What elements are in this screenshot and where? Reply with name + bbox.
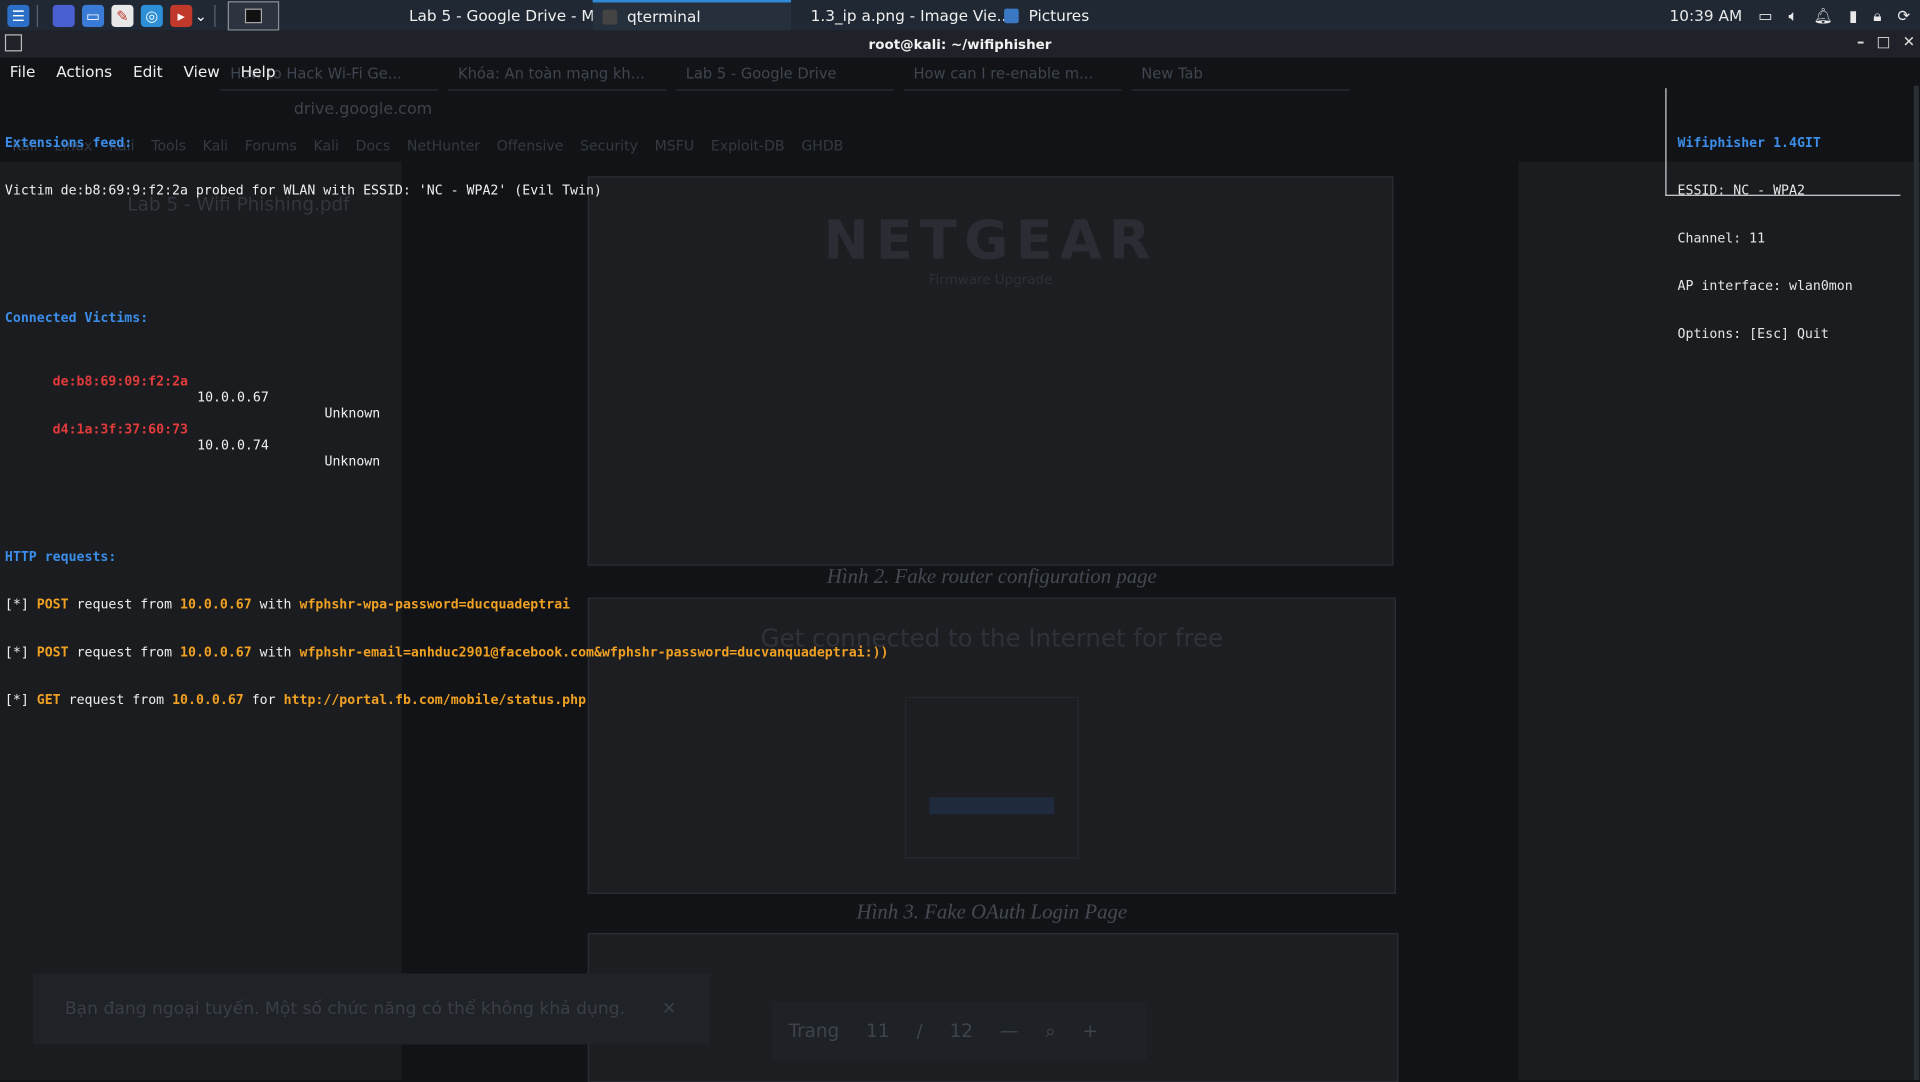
terminal-icon — [602, 9, 618, 24]
terminal-output[interactable]: Extensions feed: Victim de:b8:69:9:f2:2a… — [5, 103, 889, 740]
request-method: GET — [36, 691, 61, 708]
http-request-line: [*] POST request from 10.0.0.67 with wfp… — [5, 596, 889, 612]
victim-ip: 10.0.0.74 — [197, 437, 269, 454]
request-prefix: [*] — [4, 596, 37, 613]
task-image-viewer[interactable]: 1.3_ip a.png - Image Vie... — [791, 0, 1012, 31]
menu-help[interactable]: Help — [231, 62, 287, 80]
clock[interactable]: 10:39 AM — [1669, 6, 1742, 24]
task-label: 1.3_ip a.png - Image Vie... — [810, 6, 1012, 25]
request-prefix: [*] — [4, 644, 37, 661]
request-text: request from — [68, 596, 181, 613]
victim-row: d4:1a:3f:37:60:73 10.0.0.74 Unknown — [5, 405, 889, 469]
terminal-icon — [4, 34, 23, 52]
http-request-line: [*] POST request from 10.0.0.67 with wfp… — [5, 644, 889, 660]
request-text: for — [243, 691, 284, 708]
request-method: POST — [36, 644, 69, 661]
power-icon[interactable]: ⟳ — [1897, 6, 1910, 24]
bell-icon[interactable]: 🔔︎ — [1814, 6, 1833, 26]
task-label: Pictures — [1028, 6, 1090, 25]
text-editor-icon[interactable]: ✎ — [111, 4, 134, 27]
task-label: qterminal — [626, 7, 701, 26]
request-method: POST — [36, 596, 69, 613]
plus-icon: + — [1082, 1020, 1098, 1043]
pager-total: 12 — [949, 1020, 973, 1043]
menu-actions[interactable]: Actions — [46, 62, 123, 80]
pager-label: Trang — [788, 1020, 840, 1043]
terminal-launcher-icon[interactable]: ▸ — [170, 4, 193, 27]
task-firefox[interactable]: Lab 5 - Google Drive - M... — [389, 0, 609, 31]
terminal-icon — [244, 7, 263, 23]
menu-edit[interactable]: Edit — [123, 62, 173, 80]
volume-icon[interactable]: 🔈︎ — [1788, 6, 1797, 26]
info-essid: ESSID: NC - WPA2 — [1677, 182, 1805, 199]
http-request-line: [*] GET request from 10.0.0.67 for http:… — [5, 692, 889, 708]
background-pager: Trang 11 / 12 — ⌕ + — [771, 1001, 1148, 1061]
background-caption: Hình 3. Fake OAuth Login Page — [856, 900, 1128, 924]
info-ap-interface: AP interface: wlan0mon — [1677, 277, 1853, 294]
top-panel: ☰ ▭ ✎ ◎ ▸ ⌄ Lab 5 - Google Drive - M... … — [0, 0, 1920, 31]
menu-file[interactable]: File — [0, 62, 46, 80]
request-payload: http://portal.fb.com/mobile/status.php — [283, 691, 587, 708]
menu-view[interactable]: View — [174, 62, 231, 80]
desktop-icon[interactable] — [52, 4, 75, 27]
window-title: root@kali: ~/wifiphisher — [868, 36, 1052, 53]
terminal-scrollbar[interactable] — [1913, 85, 1919, 1081]
task-qterminal[interactable]: qterminal — [592, 0, 792, 31]
request-prefix: [*] — [4, 691, 37, 708]
panel-separator — [214, 4, 216, 27]
background-page-next — [587, 933, 1399, 1082]
browser-icon[interactable]: ◎ — [140, 4, 163, 27]
info-channel: Channel: 11 — [1677, 230, 1766, 247]
victim-row: de:b8:69:09:f2:2a 10.0.0.67 Unknown — [5, 358, 889, 421]
victim-mac: de:b8:69:09:f2:2a — [52, 373, 188, 390]
close-icon[interactable]: ✕ — [1903, 33, 1915, 50]
http-requests-header: HTTP requests: — [4, 548, 117, 565]
request-payload: wfphshr-email=anhduc2901@facebook.com&wf… — [299, 644, 889, 661]
folder-icon — [1004, 7, 1019, 23]
chevron-down-icon[interactable]: ⌄ — [195, 4, 207, 26]
request-text: with — [251, 644, 300, 661]
task-label: Lab 5 - Google Drive - M... — [408, 6, 610, 25]
panel-separator — [36, 4, 38, 27]
request-payload: wfphshr-wpa-password=ducquadeptrai — [299, 596, 571, 613]
victim-mac: d4:1a:3f:37:60:73 — [52, 421, 188, 438]
request-ip: 10.0.0.67 — [180, 644, 252, 661]
window-controls: – □ ✕ — [1857, 33, 1915, 50]
info-title: Wifiphisher 1.4GIT — [1677, 134, 1821, 151]
battery-icon[interactable]: ▮ — [1849, 6, 1857, 24]
file-manager-icon[interactable]: ▭ — [82, 4, 105, 27]
request-ip: 10.0.0.67 — [172, 691, 244, 708]
maximize-icon[interactable]: □ — [1877, 33, 1891, 50]
victim-vendor: Unknown — [324, 453, 381, 469]
zoom-icon: ⌕ — [1045, 1020, 1056, 1043]
pager-sep: / — [916, 1020, 923, 1043]
extensions-feed-line: Victim de:b8:69:9:f2:2a probed for WLAN … — [4, 182, 602, 199]
request-text: request from — [60, 691, 173, 708]
wifiphisher-info-box: Wifiphisher 1.4GIT ESSID: NC - WPA2 Chan… — [1665, 88, 1901, 342]
minus-icon: — — [999, 1020, 1019, 1043]
system-tray: 10:39 AM ▭ 🔈︎ 🔔︎ ▮ 🔒︎ ⟳ — [1669, 0, 1920, 31]
victim-ip: 10.0.0.67 — [197, 389, 269, 406]
pager-current: 11 — [866, 1020, 890, 1043]
request-ip: 10.0.0.67 — [180, 596, 252, 613]
task-pictures[interactable]: Pictures — [994, 0, 1104, 31]
menu-bar: File Actions Edit View Help — [0, 58, 1920, 85]
connected-victims-header: Connected Victims: — [4, 309, 149, 326]
background-offline-toast: Bạn đang ngoại tuyến. Một số chức năng c… — [33, 973, 711, 1045]
minimize-icon[interactable]: – — [1857, 33, 1864, 50]
lock-icon[interactable]: 🔒︎ — [1873, 6, 1881, 26]
window-titlebar[interactable]: root@kali: ~/wifiphisher – □ ✕ — [0, 30, 1920, 58]
extensions-feed-header: Extensions feed: — [4, 134, 133, 151]
kali-menu-icon[interactable]: ☰ — [7, 4, 30, 27]
background-toast-text: Bạn đang ngoại tuyến. Một số chức năng c… — [64, 999, 626, 1019]
workspace-switcher[interactable] — [227, 0, 280, 31]
info-options: Options: [Esc] Quit — [1677, 325, 1829, 342]
request-text: with — [251, 596, 300, 613]
close-icon: ✕ — [661, 999, 677, 1019]
request-text: request from — [68, 644, 181, 661]
display-icon[interactable]: ▭ — [1758, 6, 1772, 24]
